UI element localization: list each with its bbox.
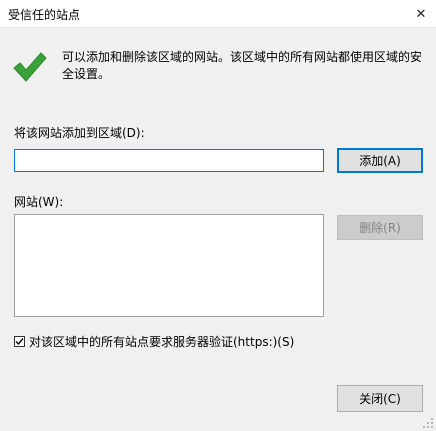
zone-info-text: 可以添加和删除该区域的网站。该区域中的所有网站都使用区域的安全设置。 (62, 50, 423, 81)
https-option-label: 对该区域中的所有站点要求服务器验证(https:)(S) (29, 335, 295, 349)
resize-grip-icon[interactable] (422, 417, 434, 429)
window-title: 受信任的站点 (8, 8, 81, 22)
title-bar: 受信任的站点 ✕ (0, 0, 436, 28)
check-mark-icon (15, 338, 24, 346)
https-checkbox[interactable] (14, 336, 25, 347)
sites-list[interactable] (14, 214, 324, 317)
remove-button[interactable]: 删除(R) (337, 215, 423, 240)
add-button-label: 添加(A) (359, 154, 401, 168)
close-button-label: 关闭(C) (359, 392, 401, 406)
add-button[interactable]: 添加(A) (337, 148, 423, 173)
remove-button-label: 删除(R) (359, 221, 401, 235)
checkmark-icon (13, 52, 47, 82)
add-site-label: 将该网站添加到区域(D): (14, 126, 145, 140)
window-close-button[interactable]: ✕ (406, 0, 436, 28)
site-url-input[interactable] (14, 149, 324, 172)
close-button[interactable]: 关闭(C) (337, 385, 423, 412)
https-option-row[interactable]: 对该区域中的所有站点要求服务器验证(https:)(S) (14, 333, 294, 350)
sites-list-label: 网站(W): (14, 195, 64, 209)
close-icon: ✕ (415, 6, 427, 22)
